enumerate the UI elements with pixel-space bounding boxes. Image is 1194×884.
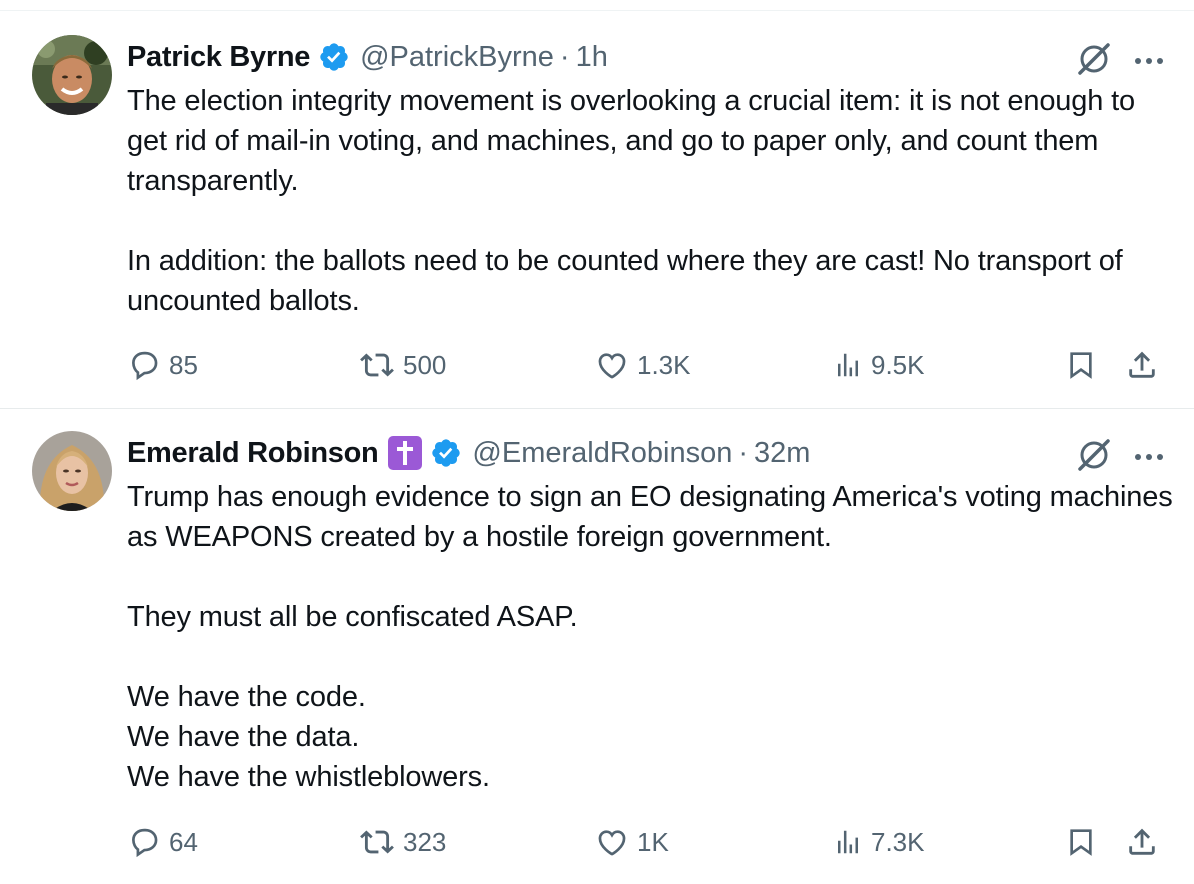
tweet[interactable]: Emerald Robinson @EmeraldRobinson · 32m xyxy=(0,409,1194,884)
tweet-paragraph: The election integrity movement is overl… xyxy=(127,85,1143,197)
repost-button[interactable]: 500 xyxy=(359,345,446,385)
repost-icon xyxy=(360,830,394,854)
heart-icon xyxy=(598,830,626,856)
tweet-top-actions xyxy=(1074,435,1164,480)
share-icon xyxy=(1129,828,1155,855)
share-icon xyxy=(1129,351,1155,378)
heart-icon xyxy=(598,353,626,379)
bookmark-icon xyxy=(1070,829,1092,856)
repost-button[interactable]: 323 xyxy=(359,822,446,862)
user-handle[interactable]: @PatrickByrne xyxy=(360,41,554,74)
separator-dot: · xyxy=(738,436,749,469)
tweet-action-bar: 85 500 1.3K 9.5K xyxy=(127,345,1167,385)
cross-emoji-icon xyxy=(388,436,423,470)
tweet-header: Emerald Robinson @EmeraldRobinson · 32m xyxy=(127,433,810,473)
bookmark-icon xyxy=(1070,352,1092,379)
views-button[interactable]: 7.3K xyxy=(833,822,925,862)
repost-icon xyxy=(360,353,394,377)
reply-button[interactable]: 85 xyxy=(127,345,198,385)
reply-icon xyxy=(132,828,158,858)
like-count: 1K xyxy=(637,826,669,857)
tweet-paragraph: We have the code. We have the data. We h… xyxy=(127,681,490,793)
view-count: 9.5K xyxy=(871,349,925,380)
grok-icon[interactable] xyxy=(1074,435,1114,480)
reply-button[interactable]: 64 xyxy=(127,822,198,862)
share-button[interactable] xyxy=(1125,345,1167,385)
reply-count: 85 xyxy=(169,349,198,380)
more-options-icon[interactable] xyxy=(1134,449,1164,467)
verified-badge-icon xyxy=(318,41,350,73)
views-button[interactable]: 9.5K xyxy=(833,345,925,385)
repost-count: 323 xyxy=(403,826,447,857)
timestamp[interactable]: 32m xyxy=(754,437,810,470)
tweet-text: Trump has enough evidence to sign an EO … xyxy=(127,477,1177,797)
display-name[interactable]: Emerald Robinson xyxy=(127,437,379,470)
bookmark-button[interactable] xyxy=(1065,822,1105,862)
tweet[interactable]: Patrick Byrne @PatrickByrne · 1h The ele… xyxy=(0,11,1194,408)
repost-count: 500 xyxy=(403,349,447,380)
timestamp[interactable]: 1h xyxy=(576,41,608,74)
timeline-feed: Patrick Byrne @PatrickByrne · 1h The ele… xyxy=(0,0,1194,884)
reply-count: 64 xyxy=(169,826,198,857)
tweet-paragraph: They must all be confiscated ASAP. xyxy=(127,601,578,633)
tweet-top-actions xyxy=(1074,39,1164,84)
tweet-action-bar: 64 323 1K 7.3K xyxy=(127,822,1167,862)
separator-dot: · xyxy=(559,40,570,73)
tweet-paragraph: In addition: the ballots need to be coun… xyxy=(127,245,1131,317)
like-count: 1.3K xyxy=(637,349,691,380)
verified-badge-icon xyxy=(430,437,462,469)
like-button[interactable]: 1K xyxy=(595,822,669,862)
reply-icon xyxy=(132,351,158,381)
more-options-icon[interactable] xyxy=(1134,53,1164,71)
tweet-header: Patrick Byrne @PatrickByrne · 1h xyxy=(127,37,608,77)
avatar[interactable] xyxy=(32,431,112,511)
display-name[interactable]: Patrick Byrne xyxy=(127,41,310,74)
bookmark-button[interactable] xyxy=(1065,345,1105,385)
tweet-paragraph: Trump has enough evidence to sign an EO … xyxy=(127,481,1181,553)
analytics-icon xyxy=(838,353,858,377)
like-button[interactable]: 1.3K xyxy=(595,345,691,385)
avatar[interactable] xyxy=(32,35,112,115)
user-handle[interactable]: @EmeraldRobinson xyxy=(472,437,732,470)
grok-icon[interactable] xyxy=(1074,39,1114,84)
view-count: 7.3K xyxy=(871,826,925,857)
analytics-icon xyxy=(838,830,858,854)
share-button[interactable] xyxy=(1125,822,1167,862)
tweet-text: The election integrity movement is overl… xyxy=(127,81,1177,321)
